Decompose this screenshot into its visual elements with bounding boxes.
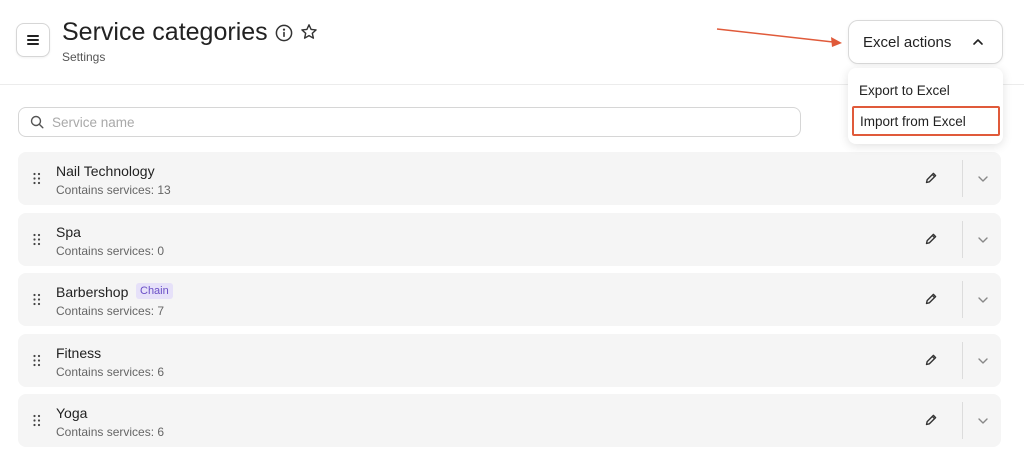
row-divider [962,342,963,379]
import-from-excel-item[interactable]: Import from Excel [852,106,1000,136]
search-icon [30,115,44,129]
drag-handle-icon[interactable] [32,233,42,247]
page-title: Service categories [62,18,268,46]
drag-handle-icon[interactable] [32,172,42,186]
annotation-arrow-icon [716,28,842,47]
info-icon[interactable] [275,24,293,42]
hamburger-icon [27,35,39,45]
pencil-icon[interactable] [924,171,938,185]
pencil-icon[interactable] [924,413,938,427]
search-input[interactable] [52,112,792,132]
table-row[interactable]: Nail Technology Contains services: 13 [18,152,1001,205]
table-row[interactable]: Yoga Contains services: 6 [18,394,1001,447]
excel-actions-menu: Export to Excel Import from Excel [848,68,1003,144]
category-service-count: Contains services: 0 [56,244,165,258]
pencil-icon[interactable] [924,353,938,367]
search-box [18,107,801,137]
chevron-down-icon[interactable] [977,294,989,306]
chevron-up-icon [973,39,983,45]
category-name: Spa [56,224,81,240]
row-divider [962,160,963,197]
drag-handle-icon[interactable] [32,414,42,428]
chain-badge: Chain [136,283,173,299]
excel-actions-button[interactable]: Excel actions [848,20,1003,64]
chevron-down-icon[interactable] [977,355,989,367]
table-row[interactable]: Fitness Contains services: 6 [18,334,1001,387]
category-name: Barbershop [56,284,129,300]
drag-handle-icon[interactable] [32,354,42,368]
breadcrumb[interactable]: Settings [62,50,105,64]
drag-handle-icon[interactable] [32,293,42,307]
category-name: Fitness [56,345,102,361]
star-icon[interactable] [300,23,318,41]
table-row[interactable]: Spa Contains services: 0 [18,213,1001,266]
category-service-count: Contains services: 13 [56,183,171,197]
menu-button[interactable] [16,23,50,57]
export-to-excel-item[interactable]: Export to Excel [848,75,1003,105]
chevron-down-icon[interactable] [977,234,989,246]
row-divider [962,281,963,318]
category-name: Yoga [56,405,88,421]
category-name: Nail Technology [56,163,155,179]
pencil-icon[interactable] [924,292,938,306]
row-divider [962,221,963,258]
excel-actions-label: Excel actions [863,33,952,51]
category-service-count: Contains services: 7 [56,304,165,318]
pencil-icon[interactable] [924,232,938,246]
chevron-down-icon[interactable] [977,173,989,185]
row-divider [962,402,963,439]
category-service-count: Contains services: 6 [56,425,165,439]
chevron-down-icon[interactable] [977,415,989,427]
table-row[interactable]: Barbershop Contains services: 7 Chain [18,273,1001,326]
category-service-count: Contains services: 6 [56,365,165,379]
